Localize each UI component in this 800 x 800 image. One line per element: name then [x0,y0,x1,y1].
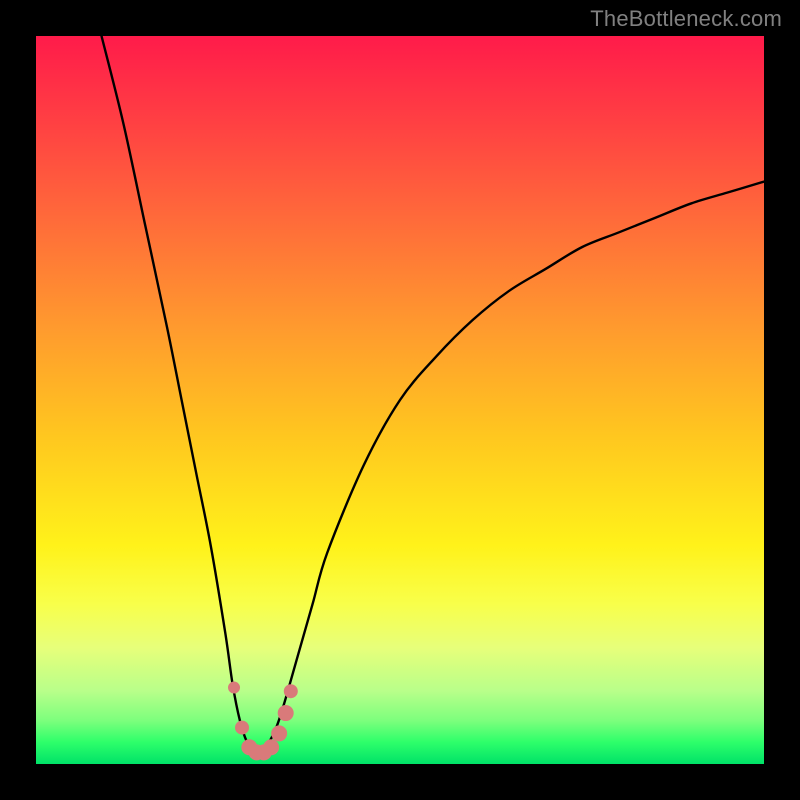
highlight-dot [263,739,279,755]
highlight-dot [271,725,287,741]
highlight-dot [228,682,240,694]
bottleneck-curve [102,36,764,750]
highlight-dot [235,721,249,735]
highlight-markers [228,682,298,761]
highlight-dot [278,705,294,721]
chart-svg [36,36,764,764]
highlight-dot [284,684,298,698]
watermark-text: TheBottleneck.com [590,6,782,32]
plot-area [36,36,764,764]
chart-frame: TheBottleneck.com [0,0,800,800]
